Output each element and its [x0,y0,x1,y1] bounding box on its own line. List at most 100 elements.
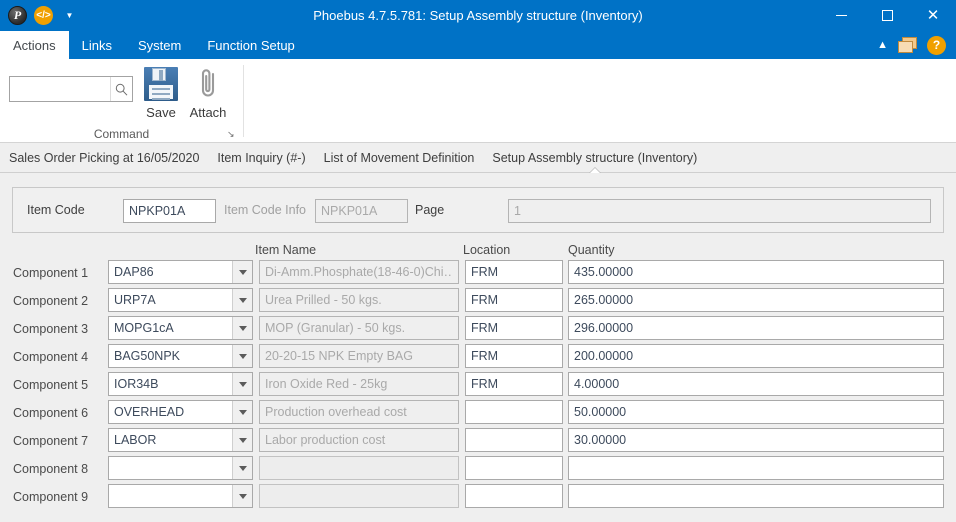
phoebus-logo-icon: P [8,6,27,25]
help-icon[interactable]: ? [927,35,946,55]
ribbon-tab-strip: Actions Links System Function Setup [0,31,956,59]
window-stack-icon[interactable] [898,36,917,54]
row-label-component-3: Component 3 [13,322,89,336]
tab-links[interactable]: Links [69,31,125,59]
tab-system[interactable]: System [125,31,194,59]
tab-function-setup[interactable]: Function Setup [194,31,307,59]
quantity-input-1[interactable] [568,260,944,284]
chevron-down-icon[interactable] [232,485,252,507]
quantity-input-4[interactable] [568,344,944,368]
component-code-input-2[interactable] [109,289,230,311]
attach-button[interactable]: Attach [180,67,236,133]
row-label-component-9: Component 9 [13,490,89,504]
component-code-combo-8[interactable] [108,456,253,480]
component-code-combo-5[interactable] [108,372,253,396]
breadcrumb: Sales Order Picking at 16/05/2020 Item I… [0,144,956,174]
location-input-1[interactable] [465,260,563,284]
code-icon[interactable]: </> [34,6,53,25]
maximize-button[interactable] [864,0,910,31]
component-code-combo-1[interactable] [108,260,253,284]
quantity-input-7[interactable] [568,428,944,452]
ribbon-group-separator [243,65,244,137]
column-header-quantity: Quantity [568,243,615,257]
dialog-launcher-icon[interactable]: ↘ [227,130,237,140]
search-icon[interactable] [110,77,132,101]
component-code-input-4[interactable] [109,345,230,367]
quantity-input-9[interactable] [568,484,944,508]
breadcrumb-item-sales-order-picking[interactable]: Sales Order Picking at 16/05/2020 [0,144,208,173]
component-code-input-6[interactable] [109,401,230,423]
close-button[interactable]: ✕ [910,0,956,31]
chevron-down-icon[interactable] [232,401,252,423]
chevron-down-icon[interactable] [232,317,252,339]
component-code-combo-9[interactable] [108,484,253,508]
quantity-input-8[interactable] [568,456,944,480]
row-label-component-8: Component 8 [13,462,89,476]
chevron-down-icon[interactable] [232,429,252,451]
chevron-down-icon[interactable] [232,261,252,283]
quantity-input-2[interactable] [568,288,944,312]
chevron-down-icon[interactable] [232,373,252,395]
chevron-down-icon[interactable] [232,457,252,479]
command-search-box[interactable] [9,76,133,102]
component-code-input-8[interactable] [109,457,230,479]
location-input-3[interactable] [465,316,563,340]
item-header-panel: Item Code Item Code Info Page [12,187,944,233]
close-icon: ✕ [926,6,940,24]
row-label-component-7: Component 7 [13,434,89,448]
chevron-down-icon[interactable]: ▼ [62,6,77,25]
column-header-item-name: Item Name [255,243,317,257]
row-label-component-2: Component 2 [13,294,89,308]
item-name-input-1[interactable] [259,260,459,284]
window-title: Phoebus 4.7.5.781: Setup Assembly struct… [313,8,643,23]
component-code-input-5[interactable] [109,373,230,395]
breadcrumb-item-list-of-movement-definition[interactable]: List of Movement Definition [315,144,484,173]
location-input-2[interactable] [465,288,563,312]
item-code-input[interactable] [123,199,216,223]
item-name-input-5[interactable] [259,372,459,396]
component-code-combo-3[interactable] [108,316,253,340]
quick-access-toolbar: P </> ▼ [0,6,77,25]
ribbon-body: Save Attach Command ↘ [0,59,956,143]
location-input-9[interactable] [465,484,563,508]
breadcrumb-item-item-inquiry[interactable]: Item Inquiry (#-) [208,144,314,173]
minimize-button[interactable] [818,0,864,31]
location-input-6[interactable] [465,400,563,424]
item-name-input-7[interactable] [259,428,459,452]
save-button-label: Save [146,105,176,120]
row-label-component-4: Component 4 [13,350,89,364]
component-code-input-3[interactable] [109,317,230,339]
chevron-up-icon[interactable]: ▲ [877,39,888,51]
item-code-info-label: Item Code Info [224,203,306,217]
component-code-combo-6[interactable] [108,400,253,424]
quantity-input-3[interactable] [568,316,944,340]
chevron-down-icon[interactable] [232,289,252,311]
tab-actions[interactable]: Actions [0,31,69,59]
item-name-input-6[interactable] [259,400,459,424]
quantity-input-5[interactable] [568,372,944,396]
location-input-7[interactable] [465,428,563,452]
search-input[interactable] [10,78,110,100]
component-code-combo-7[interactable] [108,428,253,452]
location-input-5[interactable] [465,372,563,396]
item-name-input-9[interactable] [259,484,459,508]
location-input-8[interactable] [465,456,563,480]
quantity-input-6[interactable] [568,400,944,424]
chevron-down-icon[interactable] [232,345,252,367]
window-controls: ✕ [818,0,956,31]
page-input[interactable] [508,199,931,223]
item-name-input-3[interactable] [259,316,459,340]
component-code-combo-4[interactable] [108,344,253,368]
title-bar: P </> ▼ Phoebus 4.7.5.781: Setup Assembl… [0,0,956,31]
breadcrumb-item-setup-assembly-structure[interactable]: Setup Assembly structure (Inventory) [483,144,706,174]
item-name-input-2[interactable] [259,288,459,312]
component-code-input-7[interactable] [109,429,230,451]
component-code-combo-2[interactable] [108,288,253,312]
row-label-component-1: Component 1 [13,266,89,280]
item-code-info-input[interactable] [315,199,408,223]
component-code-input-1[interactable] [109,261,230,283]
component-code-input-9[interactable] [109,485,230,507]
location-input-4[interactable] [465,344,563,368]
item-name-input-4[interactable] [259,344,459,368]
item-name-input-8[interactable] [259,456,459,480]
